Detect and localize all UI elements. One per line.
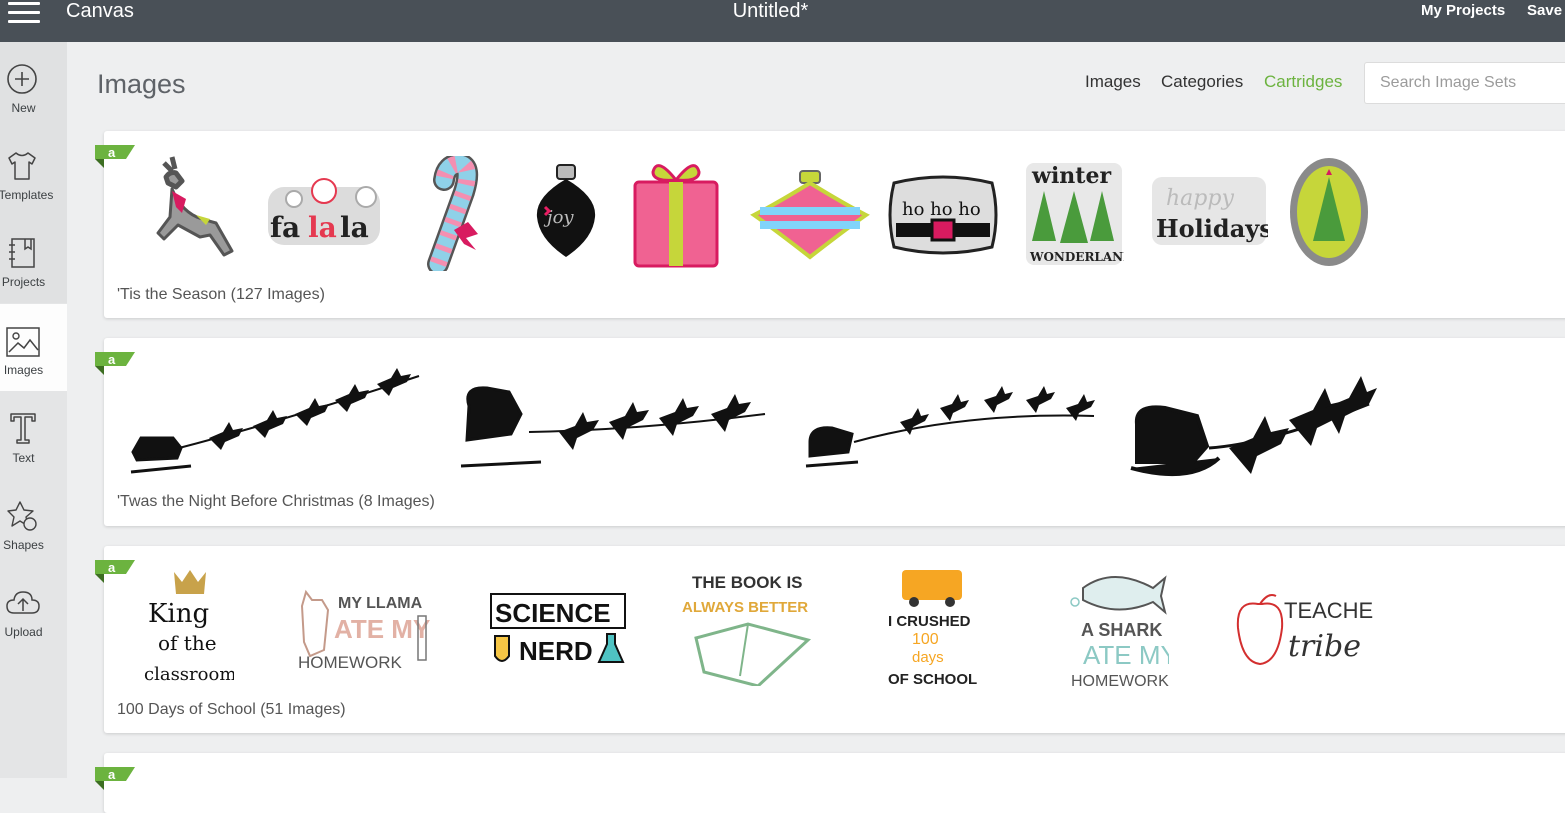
cartridge-card[interactable]: a <box>95 753 1565 813</box>
plus-circle-icon <box>7 64 37 94</box>
ate-my-text: ATE MY <box>334 614 430 644</box>
tab-images[interactable]: Images <box>1085 72 1141 92</box>
holidays-text: Holidays <box>1156 214 1268 243</box>
shark-homework-image[interactable]: A SHARK ATE MY HOMEWORK <box>1069 568 1169 690</box>
sleigh-silhouette-image-2[interactable] <box>459 370 771 470</box>
king-text: King <box>148 599 209 629</box>
teacher-text: TEACHER <box>1284 598 1374 623</box>
sidebar-item-label: Images <box>3 363 44 377</box>
days-text: days <box>912 649 944 666</box>
homework-text: HOMEWORK <box>298 653 403 672</box>
i-crushed-text: I CRUSHED <box>888 613 971 630</box>
document-title-text: Untitled* <box>732 0 809 22</box>
reindeer-image[interactable] <box>144 153 239 271</box>
shark-ate-my-text: ATE MY <box>1083 640 1169 670</box>
teacher-tribe-image[interactable]: TEACHER tribe <box>1234 590 1374 670</box>
nerd-text: NERD <box>519 636 593 666</box>
king-of-the-classroom-image[interactable]: King of the classroom <box>144 568 234 690</box>
joy-ornament-image[interactable]: joy <box>529 161 604 266</box>
cartridge-card[interactable]: a 'Twas the Night Before Christmas (8 Im… <box>95 338 1565 526</box>
sidebar-item-label: Upload <box>4 625 43 639</box>
sidebar-item-label: Text <box>12 451 35 465</box>
text-icon <box>10 413 36 444</box>
falala-image[interactable]: fa la la <box>264 175 388 255</box>
my-llama-text: MY LLAMA <box>338 595 423 612</box>
cartridge-card[interactable]: a fa la la joy ho ho ho winter WONDERLAN… <box>95 131 1565 318</box>
my-projects-button[interactable]: My Projects <box>1421 2 1505 20</box>
badge-letter: a <box>108 352 116 367</box>
falala-text-1: fa <box>270 211 300 244</box>
winter-wonderland-image[interactable]: winter WONDERLAND <box>1024 161 1124 267</box>
cartridge-title: 100 Days of School (51 Images) <box>117 701 346 718</box>
sleigh-silhouette-image-3[interactable] <box>804 372 1099 470</box>
shapes-icon <box>7 501 37 531</box>
llama-homework-image[interactable]: MY LLAMA ATE MY HOMEWORK <box>294 586 434 676</box>
access-badge-icon: a <box>95 145 135 168</box>
hohoho-text: ho ho ho <box>902 199 981 220</box>
sidebar-item-shapes[interactable]: Shapes <box>0 479 67 566</box>
left-sidebar: New Templates Projects Images Text Shape… <box>0 42 67 778</box>
main-content: Images Images Categories Cartridges a fa… <box>67 42 1565 813</box>
badge-letter: a <box>108 560 116 575</box>
crushed-100-days-image[interactable]: I CRUSHED 100 days OF SCHOOL <box>884 568 984 688</box>
shark-homework-text: HOMEWORK <box>1071 673 1169 690</box>
badge-letter: a <box>108 767 116 782</box>
classroom-text: classroom <box>144 664 234 685</box>
sleigh-silhouette-image-1[interactable] <box>129 362 425 480</box>
access-badge-icon: a <box>95 560 135 583</box>
search-box[interactable] <box>1364 62 1565 104</box>
sidebar-item-text[interactable]: Text <box>0 392 67 479</box>
striped-ornament-image[interactable] <box>750 169 870 261</box>
of-school-text: OF SCHOOL <box>888 671 977 688</box>
the-book-is-text: THE BOOK IS <box>692 573 803 592</box>
always-better-text: ALWAYS BETTER <box>682 599 808 616</box>
tab-cartridges[interactable]: Cartridges <box>1264 72 1342 92</box>
candy-cane-image[interactable] <box>424 156 494 271</box>
hohoho-image[interactable]: ho ho ho <box>884 173 1002 257</box>
hundred-text: 100 <box>912 631 939 648</box>
happy-text: happy <box>1166 186 1234 211</box>
science-nerd-image[interactable]: SCIENCE NERD <box>489 590 629 668</box>
search-input[interactable] <box>1380 63 1565 103</box>
happy-holidays-image[interactable]: happy Holidays <box>1150 171 1268 251</box>
notebook-icon <box>9 238 35 268</box>
top-bar: Canvas Untitled* My Projects Save <box>0 0 1565 42</box>
cartridge-card[interactable]: a King of the classroom MY LLAMA ATE MY … <box>95 546 1565 733</box>
save-button[interactable]: Save <box>1527 2 1562 20</box>
document-title: Untitled* <box>0 0 1565 22</box>
sleigh-silhouette-image-4[interactable] <box>1129 364 1379 482</box>
falala-text-2: la <box>308 211 337 244</box>
image-icon <box>6 327 40 357</box>
gift-image[interactable] <box>631 156 721 272</box>
sidebar-item-projects[interactable]: Projects <box>0 216 67 303</box>
badge-letter: a <box>108 145 116 160</box>
cartridge-title: 'Twas the Night Before Christmas (8 Imag… <box>117 493 435 510</box>
sidebar-item-label: Templates <box>0 188 54 202</box>
falala-text-3: la <box>340 211 369 244</box>
wonderland-text: WONDERLAND <box>1029 250 1124 264</box>
tree-oval-image[interactable] <box>1287 155 1371 269</box>
a-shark-text: A SHARK <box>1081 620 1162 640</box>
sidebar-item-upload[interactable]: Upload <box>0 566 67 653</box>
sidebar-item-templates[interactable]: Templates <box>0 129 67 216</box>
sidebar-item-label: Shapes <box>3 538 44 552</box>
tribe-text: tribe <box>1288 629 1361 664</box>
sidebar-item-images[interactable]: Images <box>0 304 67 391</box>
sidebar-item-label: New <box>11 101 36 115</box>
tshirt-icon <box>8 152 36 180</box>
page-title: Images <box>97 69 186 99</box>
science-text: SCIENCE <box>495 598 611 628</box>
cloud-upload-icon <box>6 591 40 614</box>
sidebar-item-new[interactable]: New <box>0 42 67 129</box>
of-the-text: of the <box>158 631 217 655</box>
sidebar-item-label: Projects <box>1 275 46 289</box>
winter-text: winter <box>1031 163 1111 189</box>
access-badge-icon: a <box>95 767 135 790</box>
book-always-better-image[interactable]: THE BOOK IS ALWAYS BETTER <box>682 568 818 686</box>
cartridge-title: 'Tis the Season (127 Images) <box>117 286 325 303</box>
tab-categories[interactable]: Categories <box>1161 72 1243 92</box>
